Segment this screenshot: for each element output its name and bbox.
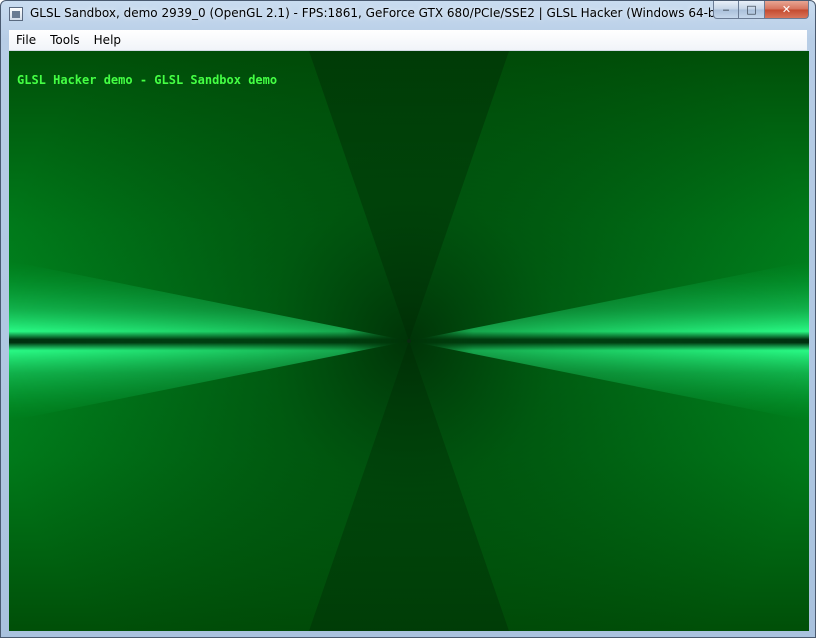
close-button[interactable]: ✕ <box>765 1 809 19</box>
convergence-point <box>407 339 411 343</box>
close-icon: ✕ <box>781 3 792 16</box>
minimize-icon: ‒ <box>722 3 730 16</box>
menu-file[interactable]: File <box>9 30 43 50</box>
window-title: GLSL Sandbox, demo 2939_0 (OpenGL 2.1) -… <box>30 6 763 20</box>
maximize-icon: □ <box>746 3 757 16</box>
minimize-button[interactable]: ‒ <box>713 1 739 19</box>
menu-bar: File Tools Help <box>9 30 807 51</box>
overlay-caption: GLSL Hacker demo - GLSL Sandbox demo <box>17 73 278 87</box>
gl-render-canvas[interactable]: GLSL Hacker demo - GLSL Sandbox demo <box>9 51 809 631</box>
maximize-button[interactable]: □ <box>739 1 765 19</box>
caption-buttons: ‒ □ ✕ <box>713 1 809 21</box>
menu-help[interactable]: Help <box>87 30 128 50</box>
menu-tools[interactable]: Tools <box>43 30 87 50</box>
shader-render <box>9 51 809 631</box>
app-window-icon[interactable] <box>9 7 23 21</box>
title-bar[interactable]: GLSL Sandbox, demo 2939_0 (OpenGL 2.1) -… <box>1 1 815 29</box>
app-window: GLSL Sandbox, demo 2939_0 (OpenGL 2.1) -… <box>0 0 816 638</box>
